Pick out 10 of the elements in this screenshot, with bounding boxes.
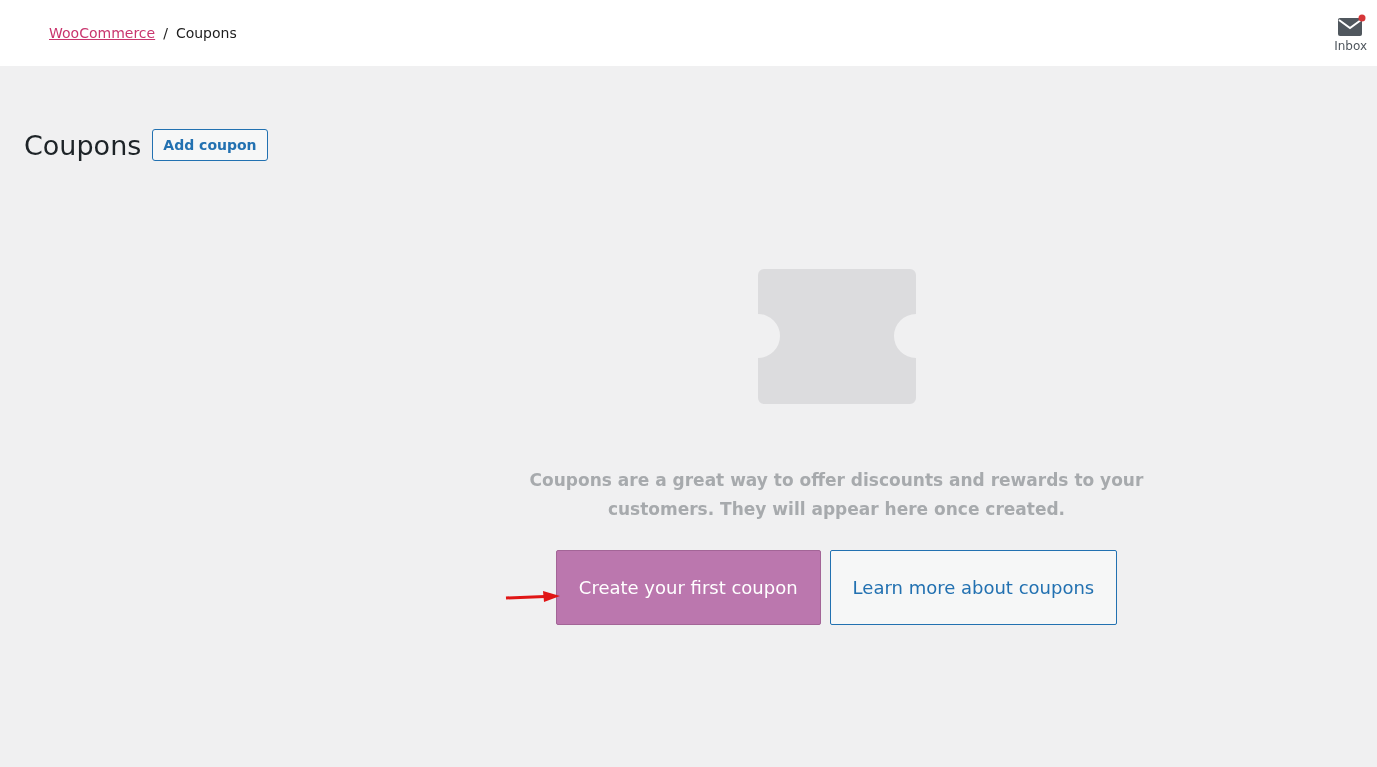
breadcrumb-current: Coupons xyxy=(175,25,237,41)
breadcrumb-link[interactable]: WooCommerce xyxy=(49,25,156,41)
empty-state-message: Coupons are a great way to offer discounts and rewards to your customers. They will appear here once created. xyxy=(528,469,1145,521)
add-coupon-button[interactable]: Add coupon xyxy=(152,129,268,161)
arrow-icon xyxy=(504,590,561,604)
learn-more-button[interactable]: Learn more about coupons xyxy=(829,550,1118,625)
inbox-button[interactable]: Inbox xyxy=(1332,9,1369,57)
breadcrumb-separator: / xyxy=(163,25,168,41)
page-title: Coupons xyxy=(24,129,142,161)
create-coupon-button[interactable]: Create your first coupon xyxy=(555,550,821,625)
